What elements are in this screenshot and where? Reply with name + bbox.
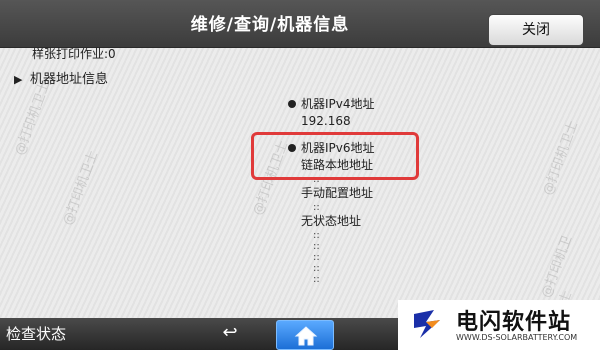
page-title: 维修/查询/机器信息 bbox=[190, 15, 350, 35]
manual-address-label: 手动配置地址 bbox=[301, 186, 374, 200]
tree-item-address-info[interactable]: ▶ 机器地址信息 bbox=[14, 68, 108, 87]
check-status-button[interactable]: 检查状态 bbox=[0, 322, 118, 350]
stateless-address-value: :: bbox=[313, 252, 320, 263]
watermark: @打印机卫士 bbox=[538, 233, 576, 307]
ipv4-highlight-box bbox=[251, 132, 419, 180]
home-button[interactable] bbox=[276, 320, 334, 350]
lightning-logo-icon bbox=[410, 306, 446, 342]
address-info-block: 机器IPv4地址 192.168 机器IPv6地址 链路本地地址 :: 手动配置… bbox=[288, 96, 375, 285]
sample-print-jobs-row: 样张打印作业:0 bbox=[32, 47, 116, 61]
stateless-address-value: :: bbox=[313, 274, 320, 285]
manual-address-value: :: bbox=[313, 202, 320, 213]
watermark: @打印机卫士 bbox=[540, 118, 582, 198]
close-button[interactable]: 关闭 bbox=[488, 14, 584, 46]
stateless-address-value: :: bbox=[313, 241, 320, 252]
logo-name: 电闪软件站 bbox=[456, 310, 572, 335]
ipv4-label: 机器IPv4地址 bbox=[301, 97, 375, 111]
back-arrow-icon: ↩ bbox=[222, 322, 238, 343]
back-button[interactable]: ↩ bbox=[204, 322, 256, 348]
logo-url: WWW.DS-SOLARBATTERY.COM bbox=[456, 333, 578, 342]
watermark: @打印机卫士 bbox=[60, 148, 102, 228]
printer-screen: 维修/查询/机器信息 关闭 @打印机卫士 @打印机卫士 @打印机卫士 @打印机卫… bbox=[0, 0, 600, 350]
header-bar: 维修/查询/机器信息 关闭 bbox=[0, 0, 600, 48]
watermark: @打印机卫士 bbox=[12, 78, 54, 158]
stateless-address-value: :: bbox=[313, 230, 320, 241]
ipv4-label-row: 机器IPv4地址 bbox=[288, 96, 375, 113]
content-area: @打印机卫士 @打印机卫士 @打印机卫士 @打印机卫士 @打印机卫士 样张打印作… bbox=[0, 47, 600, 318]
bullet-icon bbox=[288, 100, 296, 108]
stateless-address-value: :: bbox=[313, 263, 320, 274]
stateless-address-label: 无状态地址 bbox=[301, 214, 362, 228]
home-icon bbox=[294, 326, 318, 346]
tree-item-label: 机器地址信息 bbox=[30, 72, 109, 87]
site-logo: 电闪软件站 WWW.DS-SOLARBATTERY.COM bbox=[398, 300, 600, 350]
expand-triangle-icon: ▶ bbox=[14, 73, 23, 86]
ipv4-value: 192.168 bbox=[301, 114, 351, 128]
